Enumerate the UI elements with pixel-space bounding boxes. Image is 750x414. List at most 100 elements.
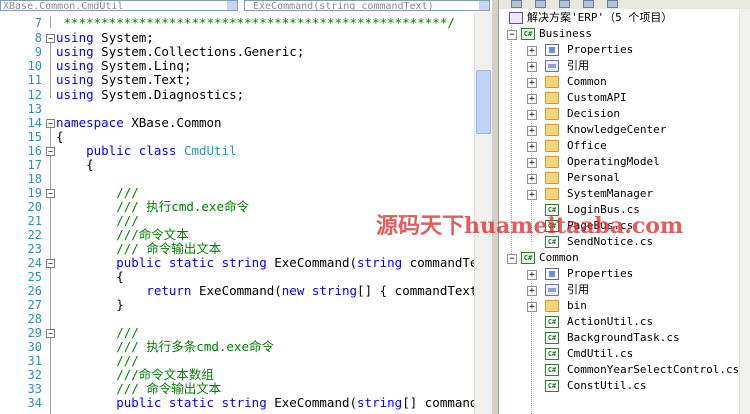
line-number: 34: [27, 396, 42, 410]
collapse-icon[interactable]: −: [46, 147, 55, 156]
collapse-icon[interactable]: −: [507, 254, 517, 264]
keyword: using: [56, 58, 94, 73]
properties-icon: [545, 268, 559, 280]
keyword: using: [56, 87, 94, 102]
code-line: ///命令文本数组: [56, 367, 214, 382]
collapse-icon[interactable]: −: [46, 259, 55, 268]
line-number: 28: [27, 312, 42, 326]
tree-item-label: OperatingModel: [567, 155, 660, 168]
tree-item-label: ActionUtil.cs: [567, 315, 654, 328]
code-text: ExeCommand(: [266, 395, 358, 410]
tree-item-label: ConstUtil.cs: [567, 379, 647, 392]
solution-icon: [509, 12, 523, 24]
keyword: string: [357, 255, 403, 270]
expand-icon[interactable]: +: [527, 302, 537, 312]
member-dropdown[interactable]: ExeCommand(string commandText): [244, 0, 490, 11]
code-line: ///: [56, 325, 139, 340]
collapse-icon[interactable]: −: [46, 189, 55, 198]
expand-icon[interactable]: +: [527, 158, 537, 168]
collapse-icon[interactable]: −: [507, 30, 517, 40]
line-number: 21: [27, 214, 42, 228]
expand-icon[interactable]: +: [527, 46, 537, 56]
folder-icon: [545, 124, 559, 136]
tree-item-label: 引用: [567, 283, 589, 296]
code-line: using System.Linq;: [56, 59, 191, 73]
expand-icon[interactable]: +: [527, 174, 537, 184]
line-number: 7: [34, 16, 42, 30]
expand-icon[interactable]: +: [527, 286, 537, 296]
tree-item-label: Common: [539, 251, 579, 264]
expand-icon[interactable]: +: [527, 270, 537, 280]
keyword: using: [56, 30, 94, 45]
line-number: 18: [27, 172, 42, 186]
tree-item-label: Personal: [567, 171, 620, 184]
line-number: 12: [27, 88, 42, 102]
collapse-icon[interactable]: −: [46, 329, 55, 338]
code-text: XBase.Common: [123, 115, 222, 130]
code-line: /// 执行多条cmd.exe命令: [56, 339, 274, 354]
solution-explorer-scrollbar[interactable]: [739, 9, 750, 414]
folder-icon: [545, 172, 559, 184]
folder-icon: [545, 156, 559, 168]
refresh-icon[interactable]: [559, 0, 570, 8]
code-line: /// 执行cmd.exe命令: [56, 199, 249, 214]
expand-icon[interactable]: +: [527, 62, 537, 72]
line-number: 13: [27, 102, 42, 116]
view-designer-icon[interactable]: [607, 0, 618, 8]
code-text: System.Linq;: [93, 58, 192, 73]
chevron-down-icon[interactable]: [479, 1, 489, 10]
properties-icon[interactable]: [511, 0, 522, 8]
tree-item-label: SystemManager: [567, 187, 654, 200]
folder-icon: [545, 92, 559, 104]
tree-item-label: KnowledgeCenter: [567, 123, 667, 136]
line-number: 9: [34, 45, 42, 59]
collapse-icon[interactable]: −: [46, 119, 55, 128]
outline-line: [50, 16, 51, 28]
line-number: 23: [27, 242, 42, 256]
code-text: [] { commandText }): [357, 283, 492, 298]
solution-label: 解决方案'ERP'（5 个项目）: [527, 11, 673, 24]
csharp-file-icon: C#: [545, 332, 559, 344]
keyword: namespace: [56, 115, 124, 130]
expand-icon[interactable]: +: [527, 190, 537, 200]
references-icon: [545, 60, 559, 72]
code-line: ///命令文本: [56, 227, 189, 242]
chevron-down-icon[interactable]: [227, 1, 237, 10]
line-number: 10: [27, 59, 42, 73]
code-editor[interactable]: XBase.Common.CmdUtil ExeCommand(string c…: [0, 0, 492, 414]
tree-item-label: Decision: [567, 107, 620, 120]
code-line: using System;: [56, 31, 154, 45]
code-line: ****************************************…: [56, 15, 455, 30]
code-line: {: [56, 129, 64, 144]
scrollbar-thumb[interactable]: [476, 70, 491, 134]
tree-item-label: CommonYearSelectControl.cs: [567, 363, 740, 376]
expand-icon[interactable]: +: [527, 110, 537, 120]
code-line: ///: [56, 185, 139, 200]
show-all-files-icon[interactable]: [535, 0, 546, 8]
line-number: 24: [27, 256, 42, 270]
solution-explorer: 解决方案'ERP'（5 个项目） − C# Business + Propert…: [498, 0, 750, 414]
csharp-project-icon: C#: [521, 252, 535, 264]
properties-icon: [545, 44, 559, 56]
code-line: ///: [56, 213, 139, 228]
class-dropdown-value: XBase.Common.CmdUtil: [3, 1, 124, 11]
code-line: /// 命令输出文本: [56, 241, 222, 256]
code-text: System.Text;: [93, 72, 192, 87]
expand-icon[interactable]: +: [527, 142, 537, 152]
line-number: 27: [27, 298, 42, 312]
line-number: 29: [27, 326, 42, 340]
expand-icon[interactable]: +: [527, 78, 537, 88]
keyword: public static string: [56, 255, 267, 270]
collapse-icon[interactable]: −: [46, 34, 55, 43]
keyword: using: [56, 72, 94, 87]
view-code-icon[interactable]: [583, 0, 594, 8]
expand-icon[interactable]: +: [527, 126, 537, 136]
class-dropdown[interactable]: XBase.Common.CmdUtil: [0, 0, 238, 11]
tree-item-label: Properties: [567, 43, 634, 56]
code-line: using System.Text;: [56, 73, 191, 87]
code-line: using System.Diagnostics;: [56, 88, 244, 102]
expand-icon[interactable]: +: [527, 94, 537, 104]
line-number: 8: [34, 31, 42, 45]
line-number: 25: [27, 270, 42, 284]
line-number: 16: [27, 144, 42, 158]
